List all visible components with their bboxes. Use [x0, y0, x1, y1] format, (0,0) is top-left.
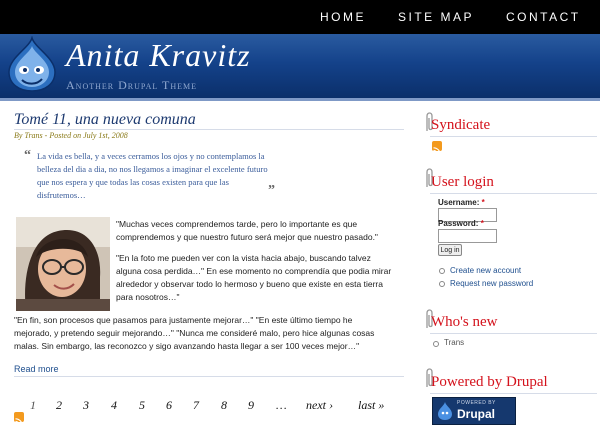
drupal-drop-icon [438, 402, 452, 420]
divider [430, 393, 597, 394]
site-name[interactable]: Anita Kravitz [66, 37, 251, 74]
list-bullet [439, 281, 445, 287]
password-label-text: Password: [438, 219, 479, 228]
nav-sitemap-link[interactable]: SITE MAP [398, 10, 474, 24]
block-title-user-login: User login [431, 174, 494, 190]
pager-page-link[interactable]: 4 [111, 398, 117, 413]
user-link[interactable]: Trans [444, 338, 464, 347]
divider [14, 129, 404, 130]
badge-small-text: POWERED BY [457, 400, 496, 406]
text-line: "Muchas veces comprendemos tarde, pero l… [116, 219, 358, 229]
block-title-whos-new: Who's new [431, 314, 498, 330]
read-more-link[interactable]: Read more [14, 364, 59, 374]
quote-open-mark-icon: “ [24, 148, 31, 163]
pager-page-link[interactable]: 6 [166, 398, 172, 413]
text-line: comprendemos y que nuestro futuro será m… [116, 232, 378, 242]
text-line: "En la foto me pueden ver con la vista h… [116, 253, 371, 263]
post-title-link[interactable]: Tomé 11, una nueva comuna [14, 111, 196, 129]
rss-feed-icon[interactable] [432, 141, 442, 155]
pager-ellipsis: … [276, 398, 287, 412]
request-password-link[interactable]: Request new password [450, 279, 533, 288]
text-line: "En fin, son procesos que pasamos para j… [14, 315, 353, 325]
divider [430, 193, 597, 194]
text-line: para nosotros…" [116, 292, 180, 302]
username-label: Username: * [438, 198, 485, 207]
divider [14, 376, 404, 377]
block-title-powered: Powered by Drupal [431, 374, 548, 390]
login-button[interactable]: Log in [438, 244, 462, 256]
quote-close-mark-icon: ” [268, 183, 275, 198]
quote-line: disfrutemos… [37, 190, 86, 200]
text-line: mejorado, y pretendo seguir mejorando…" … [14, 328, 375, 338]
divider [430, 136, 597, 137]
site-header: Anita Kravitz Another Drupal Theme [0, 34, 600, 101]
text-line: malas. Sin embargo, las reconozco y sigo… [14, 341, 360, 351]
pager-page-link[interactable]: 8 [221, 398, 227, 413]
pager-page-link[interactable]: 5 [139, 398, 145, 413]
post-photo [16, 217, 110, 311]
required-mark: * [480, 219, 484, 228]
pager-last-link[interactable]: last » [358, 398, 384, 413]
paragraph: "En fin, son procesos que pasamos para j… [14, 314, 374, 353]
top-navigation: HOME SITE MAP CONTACT [0, 0, 600, 34]
list-bullet [439, 268, 445, 274]
required-mark: * [481, 198, 485, 207]
text-line: alguna cosa perdida…" En ese momento no … [116, 266, 392, 276]
nav-home-link[interactable]: HOME [320, 10, 366, 24]
blockquote: La vida es bella, y a veces cerramos los… [37, 150, 272, 202]
divider [430, 333, 597, 334]
paragraph: "En la foto me pueden ver con la vista h… [116, 252, 391, 304]
block-title-syndicate: Syndicate [431, 117, 491, 133]
quote-line: que nos espera y que todas las cosas exi… [37, 177, 229, 187]
quote-line: belleza del dia a dia, no nos llegamos a… [37, 164, 268, 174]
site-slogan: Another Drupal Theme [66, 78, 198, 92]
create-account-link[interactable]: Create new account [450, 266, 521, 275]
quote-line: La vida es bella, y a veces cerramos los… [37, 151, 265, 161]
nav-contact-link[interactable]: CONTACT [506, 10, 581, 24]
badge-big-text: Drupal [457, 407, 496, 421]
pager-page-link[interactable]: 2 [56, 398, 62, 413]
drupal-logo-icon[interactable] [5, 36, 59, 92]
pager-page-link[interactable]: 7 [193, 398, 199, 413]
password-label: Password: * [438, 219, 484, 228]
text-line: alrededor y observar todo lo hermoso y b… [116, 279, 383, 289]
pager-current: 1 [30, 398, 36, 412]
rss-feed-icon[interactable] [14, 412, 24, 426]
pager-next-link[interactable]: next › [306, 398, 333, 413]
post-meta: By Trans - Posted on July 1st, 2008 [14, 131, 128, 140]
list-bullet [433, 341, 439, 347]
password-input[interactable] [438, 229, 497, 243]
pager-page-link[interactable]: 3 [83, 398, 89, 413]
paragraph: "Muchas veces comprendemos tarde, pero l… [116, 218, 378, 244]
username-label-text: Username: [438, 198, 480, 207]
pager-page-link[interactable]: 9 [248, 398, 254, 413]
powered-by-drupal-badge[interactable]: POWERED BY Drupal [432, 397, 516, 425]
